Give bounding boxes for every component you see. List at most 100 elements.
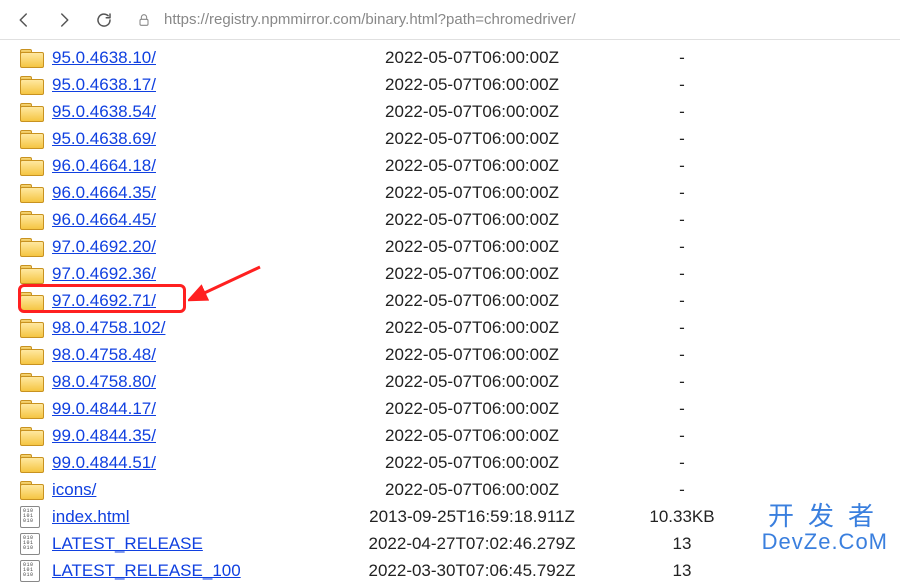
- folder-icon: [20, 481, 44, 499]
- listing-row: 98.0.4758.102/2022-05-07T06:00:00Z-: [16, 314, 900, 341]
- entry-link[interactable]: 97.0.4692.71/: [52, 291, 156, 310]
- listing-row: 97.0.4692.20/2022-05-07T06:00:00Z-: [16, 233, 900, 260]
- folder-icon: [20, 373, 44, 391]
- entry-link[interactable]: 99.0.4844.17/: [52, 399, 156, 418]
- entry-date: 2022-05-07T06:00:00Z: [312, 48, 632, 68]
- entry-size: 13: [632, 561, 732, 581]
- entry-link[interactable]: 97.0.4692.36/: [52, 264, 156, 283]
- listing-row: icons/2022-05-07T06:00:00Z-: [16, 476, 900, 503]
- entry-link[interactable]: 95.0.4638.54/: [52, 102, 156, 121]
- watermark: 开发者 DevZe.CoM: [762, 503, 888, 553]
- folder-icon: [20, 76, 44, 94]
- address-bar-url[interactable]: https://registry.npmmirror.com/binary.ht…: [164, 11, 892, 28]
- folder-icon: [20, 265, 44, 283]
- entry-link[interactable]: 98.0.4758.80/: [52, 372, 156, 391]
- listing-row: 95.0.4638.54/2022-05-07T06:00:00Z-: [16, 98, 900, 125]
- entry-link[interactable]: 96.0.4664.35/: [52, 183, 156, 202]
- entry-link[interactable]: 95.0.4638.10/: [52, 48, 156, 67]
- entry-date: 2022-05-07T06:00:00Z: [312, 372, 632, 392]
- entry-size: -: [632, 237, 732, 257]
- folder-icon: [20, 49, 44, 67]
- entry-size: -: [632, 453, 732, 473]
- entry-link[interactable]: LATEST_RELEASE_100: [52, 561, 241, 580]
- file-icon: [20, 533, 40, 555]
- folder-icon: [20, 292, 44, 310]
- entry-size: -: [632, 210, 732, 230]
- entry-link[interactable]: 98.0.4758.102/: [52, 318, 165, 337]
- entry-date: 2022-05-07T06:00:00Z: [312, 102, 632, 122]
- entry-link[interactable]: icons/: [52, 480, 96, 499]
- entry-size: 10.33KB: [632, 507, 732, 527]
- refresh-button[interactable]: [88, 4, 120, 36]
- entry-date: 2022-05-07T06:00:00Z: [312, 345, 632, 365]
- entry-link[interactable]: 99.0.4844.51/: [52, 453, 156, 472]
- folder-icon: [20, 400, 44, 418]
- entry-link[interactable]: 97.0.4692.20/: [52, 237, 156, 256]
- folder-icon: [20, 184, 44, 202]
- entry-link[interactable]: index.html: [52, 507, 129, 526]
- listing-row: 98.0.4758.48/2022-05-07T06:00:00Z-: [16, 341, 900, 368]
- folder-icon: [20, 427, 44, 445]
- entry-size: -: [632, 183, 732, 203]
- listing-row: 97.0.4692.71/2022-05-07T06:00:00Z-: [16, 287, 900, 314]
- entry-size: -: [632, 129, 732, 149]
- listing-row: 99.0.4844.51/2022-05-07T06:00:00Z-: [16, 449, 900, 476]
- forward-button[interactable]: [48, 4, 80, 36]
- refresh-icon: [95, 11, 113, 29]
- entry-size: -: [632, 291, 732, 311]
- entry-link[interactable]: 95.0.4638.17/: [52, 75, 156, 94]
- listing-row: 99.0.4844.35/2022-05-07T06:00:00Z-: [16, 422, 900, 449]
- entry-link[interactable]: 96.0.4664.18/: [52, 156, 156, 175]
- entry-size: -: [632, 399, 732, 419]
- entry-size: -: [632, 480, 732, 500]
- folder-icon: [20, 319, 44, 337]
- entry-size: -: [632, 264, 732, 284]
- folder-icon: [20, 130, 44, 148]
- listing-row: 96.0.4664.45/2022-05-07T06:00:00Z-: [16, 206, 900, 233]
- folder-icon: [20, 211, 44, 229]
- entry-date: 2022-05-07T06:00:00Z: [312, 237, 632, 257]
- entry-link[interactable]: 96.0.4664.45/: [52, 210, 156, 229]
- entry-date: 2022-05-07T06:00:00Z: [312, 129, 632, 149]
- entry-date: 2022-05-07T06:00:00Z: [312, 399, 632, 419]
- entry-size: 13: [632, 534, 732, 554]
- listing-row: 98.0.4758.80/2022-05-07T06:00:00Z-: [16, 368, 900, 395]
- listing-row: 97.0.4692.36/2022-05-07T06:00:00Z-: [16, 260, 900, 287]
- folder-icon: [20, 454, 44, 472]
- file-icon: [20, 560, 40, 582]
- listing-row: 96.0.4664.35/2022-05-07T06:00:00Z-: [16, 179, 900, 206]
- entry-size: -: [632, 156, 732, 176]
- entry-date: 2022-05-07T06:00:00Z: [312, 426, 632, 446]
- folder-icon: [20, 103, 44, 121]
- listing-row: 95.0.4638.10/2022-05-07T06:00:00Z-: [16, 44, 900, 71]
- entry-date: 2022-05-07T06:00:00Z: [312, 75, 632, 95]
- entry-date: 2022-05-07T06:00:00Z: [312, 291, 632, 311]
- entry-size: -: [632, 345, 732, 365]
- entry-size: -: [632, 372, 732, 392]
- watermark-line2: DevZe.CoM: [762, 530, 888, 553]
- entry-date: 2022-04-27T07:02:46.279Z: [312, 534, 632, 554]
- entry-date: 2022-03-30T07:06:45.792Z: [312, 561, 632, 581]
- back-button[interactable]: [8, 4, 40, 36]
- entry-date: 2022-05-07T06:00:00Z: [312, 318, 632, 338]
- watermark-line1: 开发者: [762, 503, 888, 530]
- browser-toolbar: https://registry.npmmirror.com/binary.ht…: [0, 0, 900, 40]
- listing-row: 95.0.4638.69/2022-05-07T06:00:00Z-: [16, 125, 900, 152]
- entry-link[interactable]: LATEST_RELEASE: [52, 534, 203, 553]
- lock-icon: [136, 12, 152, 28]
- entry-date: 2022-05-07T06:00:00Z: [312, 156, 632, 176]
- entry-link[interactable]: 95.0.4638.69/: [52, 129, 156, 148]
- file-icon: [20, 506, 40, 528]
- entry-link[interactable]: 99.0.4844.35/: [52, 426, 156, 445]
- entry-size: -: [632, 318, 732, 338]
- listing-row: LATEST_RELEASE_100 2022-03-30T07:06:45.79…: [16, 557, 900, 584]
- listing-row: 99.0.4844.17/2022-05-07T06:00:00Z-: [16, 395, 900, 422]
- entry-date: 2013-09-25T16:59:18.911Z: [312, 507, 632, 527]
- listing-row: 95.0.4638.17/2022-05-07T06:00:00Z-: [16, 71, 900, 98]
- entry-link[interactable]: 98.0.4758.48/: [52, 345, 156, 364]
- entry-date: 2022-05-07T06:00:00Z: [312, 210, 632, 230]
- listing-row: 96.0.4664.18/2022-05-07T06:00:00Z-: [16, 152, 900, 179]
- entry-date: 2022-05-07T06:00:00Z: [312, 453, 632, 473]
- entry-size: -: [632, 48, 732, 68]
- entry-size: -: [632, 75, 732, 95]
